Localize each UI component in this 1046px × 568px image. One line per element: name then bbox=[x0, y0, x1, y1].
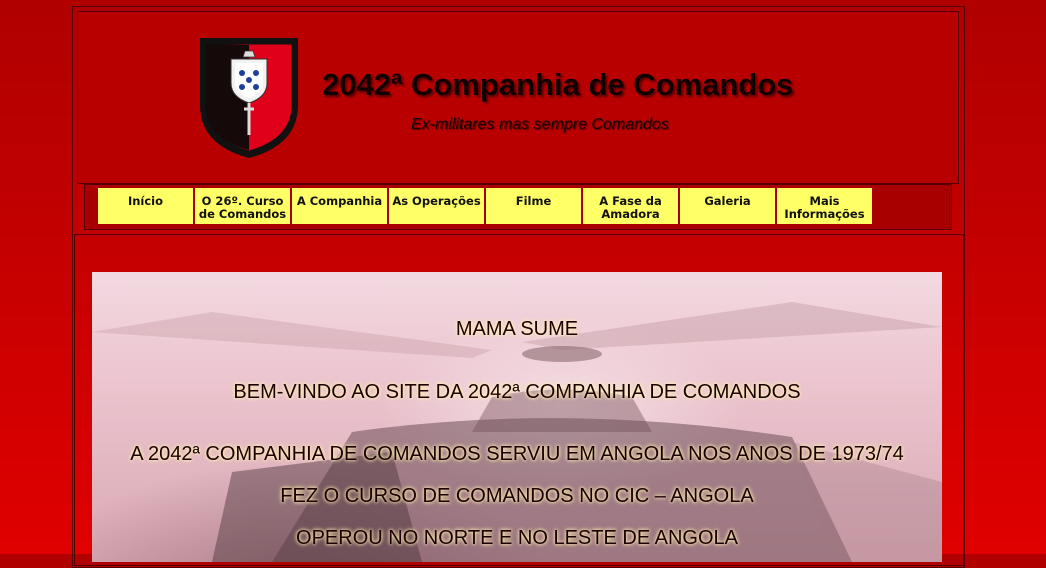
comandos-crest-icon bbox=[200, 38, 298, 158]
nav-item-fase-amadora[interactable]: A Fase da Amadora bbox=[583, 188, 678, 224]
site-title: 2042ª Companhia de Comandos bbox=[322, 67, 794, 102]
nav-item-companhia[interactable]: A Companhia bbox=[292, 188, 387, 224]
service-line: A 2042ª COMPANHIA DE COMANDOS SERVIU EM … bbox=[130, 443, 904, 465]
site-subtitle: Ex-militares mas sempre Comandos bbox=[411, 116, 669, 133]
nav-item-galeria[interactable]: Galeria bbox=[680, 188, 775, 224]
helicopter-background-image: MAMA SUME BEM-VINDO AO SITE DA 2042ª COM… bbox=[92, 272, 942, 562]
operations-line: OPEROU NO NORTE E NO LESTE DE ANGOLA bbox=[296, 527, 738, 549]
welcome-line: BEM-VINDO AO SITE DA 2042ª COMPANHIA DE … bbox=[233, 381, 801, 403]
helicopter-silhouette bbox=[92, 302, 942, 562]
nav-item-filme[interactable]: Filme bbox=[486, 188, 581, 224]
motto-line: MAMA SUME bbox=[455, 318, 579, 340]
nav-item-operacoes[interactable]: As Operações bbox=[389, 188, 484, 224]
nav-item-mais-informacoes[interactable]: Mais Informações bbox=[777, 188, 872, 224]
course-line: FEZ O CURSO DE COMANDOS NO CIC – ANGOLA bbox=[280, 485, 754, 507]
nav-item-inicio[interactable]: Início bbox=[98, 188, 193, 224]
nav-item-curso-comandos[interactable]: O 26º. Curso de Comandos bbox=[195, 188, 290, 224]
main-nav: Início O 26º. Curso de Comandos A Compan… bbox=[98, 188, 874, 224]
